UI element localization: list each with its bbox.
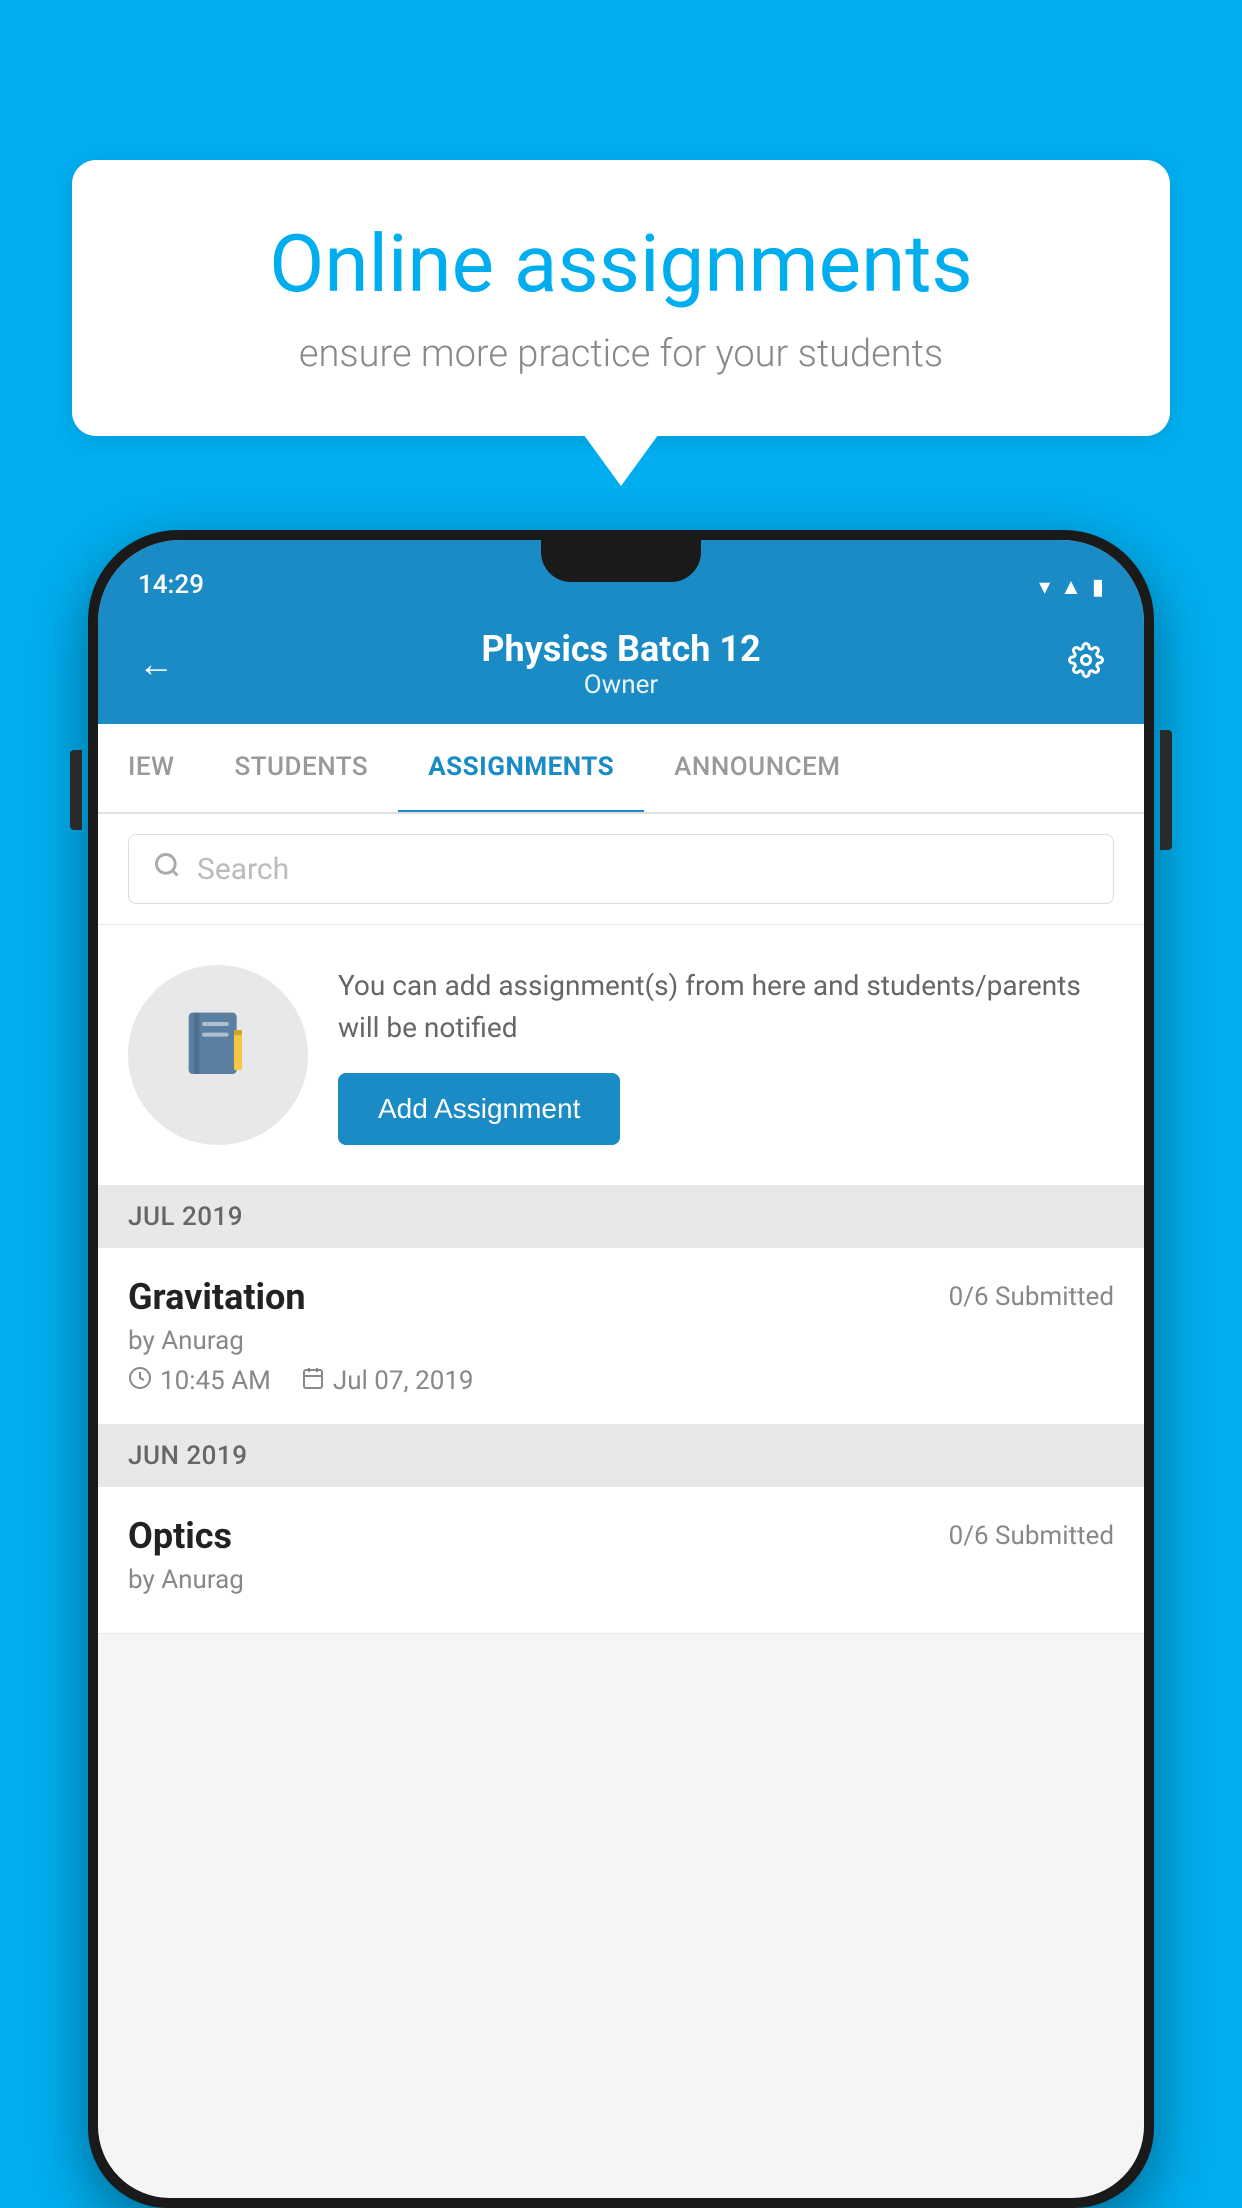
- wifi-icon: ▾: [1039, 575, 1050, 600]
- app-header: ← Physics Batch 12 Owner: [98, 610, 1144, 724]
- tabs-container: IEW STUDENTS ASSIGNMENTS ANNOUNCEM: [98, 724, 1144, 814]
- tab-students[interactable]: STUDENTS: [204, 724, 398, 812]
- search-icon: [153, 851, 181, 887]
- search-bar[interactable]: Search: [128, 834, 1114, 904]
- assignment-optics-name: Optics: [128, 1515, 232, 1557]
- bubble-subtitle: ensure more practice for your students: [142, 332, 1100, 376]
- assignment-item-gravitation[interactable]: Gravitation 0/6 Submitted by Anurag 10:4…: [98, 1248, 1144, 1425]
- status-time: 14:29: [138, 570, 204, 600]
- assignment-optics-by: by Anurag: [128, 1565, 1114, 1595]
- power-button: [1160, 730, 1172, 850]
- search-container: Search: [98, 814, 1144, 925]
- calendar-icon: [301, 1366, 325, 1396]
- assignment-submitted: 0/6 Submitted: [949, 1282, 1114, 1312]
- header-title: Physics Batch 12: [481, 628, 760, 670]
- assignment-item-optics-header: Optics 0/6 Submitted: [128, 1515, 1114, 1557]
- assignment-name: Gravitation: [128, 1276, 306, 1318]
- assignment-icon-circle: [128, 965, 308, 1145]
- back-button[interactable]: ←: [138, 643, 174, 685]
- settings-button[interactable]: [1068, 642, 1104, 687]
- assignment-by: by Anurag: [128, 1326, 1114, 1356]
- assignment-item-optics[interactable]: Optics 0/6 Submitted by Anurag: [98, 1487, 1144, 1634]
- tab-iew[interactable]: IEW: [98, 724, 204, 812]
- status-icons: ▾ ▲ ▮: [1039, 574, 1104, 600]
- add-assignment-promo: You can add assignment(s) from here and …: [98, 925, 1144, 1186]
- bubble-title: Online assignments: [142, 220, 1100, 308]
- volume-button: [70, 750, 82, 830]
- search-placeholder: Search: [197, 852, 289, 887]
- signal-icon: ▲: [1060, 574, 1082, 600]
- tab-announcements[interactable]: ANNOUNCEM: [644, 724, 870, 812]
- assignment-date: Jul 07, 2019: [301, 1366, 474, 1396]
- clock-icon: [128, 1366, 152, 1396]
- promo-description: You can add assignment(s) from here and …: [338, 965, 1114, 1049]
- header-subtitle: Owner: [481, 670, 760, 700]
- section-header-jun: JUN 2019: [98, 1425, 1144, 1487]
- assignment-meta: 10:45 AM Jul 07, 2019: [128, 1366, 1114, 1396]
- section-header-jul: JUL 2019: [98, 1186, 1144, 1248]
- add-assignment-button[interactable]: Add Assignment: [338, 1073, 620, 1145]
- header-title-section: Physics Batch 12 Owner: [481, 628, 760, 700]
- assignment-promo-text: You can add assignment(s) from here and …: [338, 965, 1114, 1145]
- battery-icon: ▮: [1092, 575, 1104, 600]
- phone-frame: 14:29 ▾ ▲ ▮ ← Physics Batch 12 Owner: [88, 530, 1154, 2208]
- assignment-optics-submitted: 0/6 Submitted: [949, 1521, 1114, 1551]
- assignment-time: 10:45 AM: [128, 1366, 271, 1396]
- notebook-icon: [178, 1006, 258, 1104]
- speech-bubble: Online assignments ensure more practice …: [72, 160, 1170, 436]
- assignment-item-header: Gravitation 0/6 Submitted: [128, 1276, 1114, 1318]
- speech-bubble-container: Online assignments ensure more practice …: [72, 160, 1170, 436]
- tab-assignments[interactable]: ASSIGNMENTS: [398, 724, 644, 814]
- phone-notch: [541, 540, 701, 582]
- phone-screen: 14:29 ▾ ▲ ▮ ← Physics Batch 12 Owner: [98, 540, 1144, 2198]
